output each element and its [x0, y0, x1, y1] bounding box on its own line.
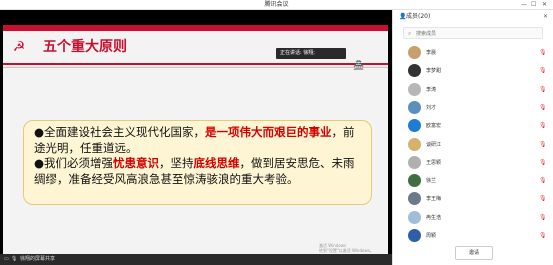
member-name: 周颖 [426, 233, 437, 239]
party-emblem-icon: ☭ [12, 39, 26, 55]
member-name: 李梦甜 [426, 68, 442, 75]
para2-highlight-2: 底线思维 [193, 156, 240, 170]
para2-mid: ，坚持 [159, 156, 194, 170]
member-search-input[interactable] [416, 29, 536, 38]
member-name: 李王梅 [426, 196, 442, 203]
para2-highlight-1: 忧患意识 [113, 156, 160, 170]
speaking-indicator: 正在讲话: 徐翔; [276, 48, 346, 59]
muted-mic-icon: 🎙 [539, 195, 547, 203]
avatar [408, 155, 421, 169]
window-title: 腾讯会议 [264, 1, 289, 8]
member-name: 刘才 [426, 104, 437, 111]
bottom-toolbar: ▭ 🎙 徐翔的屏幕共享 [0, 254, 392, 265]
windows-activation-watermark: 激活 Windows 转到"设置"以激活 Windows。 [319, 243, 374, 253]
monitor-icon[interactable]: ▭ [4, 254, 9, 265]
para1-highlight: 是一项伟大而艰巨的事业 [205, 125, 332, 139]
search-icon: ⌕ [408, 30, 412, 37]
members-panel: 👤 成员(20) ✕ ⌕ 李晨🎙李梦甜🎙李涛🎙刘才🎙欧富宏🎙谈研江🎙王思颖🎙徐兰… [392, 10, 553, 265]
member-row[interactable]: 李王梅 🎙 [393, 190, 553, 208]
muted-mic-icon: 🎙 [539, 122, 547, 130]
avatar [408, 46, 421, 59]
member-search[interactable]: ⌕ [403, 27, 543, 39]
avatar [408, 229, 421, 242]
muted-mic-icon: 🎙 [539, 213, 547, 221]
silhouette-decoration-icon: 🏯 [353, 61, 365, 71]
muted-mic-icon: 🎙 [539, 67, 547, 75]
member-name: 李晨 [426, 50, 437, 56]
avatar [408, 137, 421, 151]
member-name: 王思颖 [426, 159, 442, 166]
maximize-icon[interactable]: ☐ [531, 0, 536, 10]
muted-mic-icon: 🎙 [539, 158, 547, 166]
shared-screen-stage: ☭ 五个重大原则 🏯 ●全面建设社会主义现代化国家，是一项伟大而艰巨的事业，前途… [0, 10, 392, 256]
avatar [408, 210, 421, 224]
panel-close-icon[interactable]: ✕ [543, 10, 548, 24]
member-row[interactable]: 李梦甜 🎙 [393, 62, 553, 80]
presentation-slide: ☭ 五个重大原则 🏯 ●全面建设社会主义现代化国家，是一项伟大而艰巨的事业，前途… [3, 25, 388, 256]
para1-lead: ●全面建设社会主义现代化国家， [34, 125, 206, 139]
mic-icon[interactable]: 🎙 [11, 254, 17, 265]
member-row[interactable]: 徐兰 🎙 [393, 172, 553, 190]
members-panel-title: 成员(20) [406, 13, 431, 20]
member-name: 谈研江 [426, 141, 442, 148]
close-icon[interactable]: ✕ [542, 0, 547, 10]
member-name: 冉生浩 [426, 214, 442, 221]
slide-title-rule [3, 63, 388, 65]
avatar [408, 174, 421, 188]
slide-title: 五个重大原则 [43, 39, 127, 55]
member-row[interactable]: 周颖 🎙 [393, 227, 553, 245]
slide-top-band [3, 25, 388, 31]
share-label: 徐翔的屏幕共享 [20, 256, 56, 262]
avatar [408, 119, 421, 133]
member-row[interactable]: 欧富宏 🎙 [393, 117, 553, 135]
member-row[interactable]: 冉生浩 🎙 [393, 209, 553, 227]
invite-button[interactable]: 邀请 [455, 246, 493, 260]
window-title-bar: 腾讯会议 — ☐ ✕ [0, 0, 553, 10]
member-row[interactable]: 谈研江 🎙 [393, 136, 553, 154]
member-name: 欧富宏 [426, 123, 442, 130]
muted-mic-icon: 🎙 [539, 177, 547, 185]
muted-mic-icon: 🎙 [539, 140, 547, 148]
avatar [408, 82, 421, 96]
muted-mic-icon: 🎙 [539, 103, 547, 111]
member-name: 徐兰 [426, 178, 437, 185]
avatar [408, 192, 421, 206]
member-row[interactable]: 刘才 🎙 [393, 99, 553, 117]
member-row[interactable]: 李晨 🎙 [393, 44, 553, 62]
member-row[interactable]: 王思颖 🎙 [393, 154, 553, 172]
member-row[interactable]: 李涛 🎙 [393, 81, 553, 99]
minimize-icon[interactable]: — [521, 0, 527, 10]
muted-mic-icon: 🎙 [539, 85, 547, 93]
slide-title-subrule [3, 67, 388, 68]
para2-lead: ●我们必须增强 [34, 156, 114, 170]
watermark-line-2: 转到"设置"以激活 Windows。 [319, 248, 374, 253]
member-name: 李涛 [426, 86, 437, 93]
principle-text-box: ●全面建设社会主义现代化国家，是一项伟大而艰巨的事业，前途光明，任重道远。 ●我… [23, 120, 372, 205]
muted-mic-icon: 🎙 [539, 232, 547, 239]
avatar [408, 100, 421, 114]
members-panel-header: 👤 成员(20) ✕ [393, 10, 553, 24]
muted-mic-icon: 🎙 [539, 49, 547, 56]
avatar [408, 64, 421, 78]
